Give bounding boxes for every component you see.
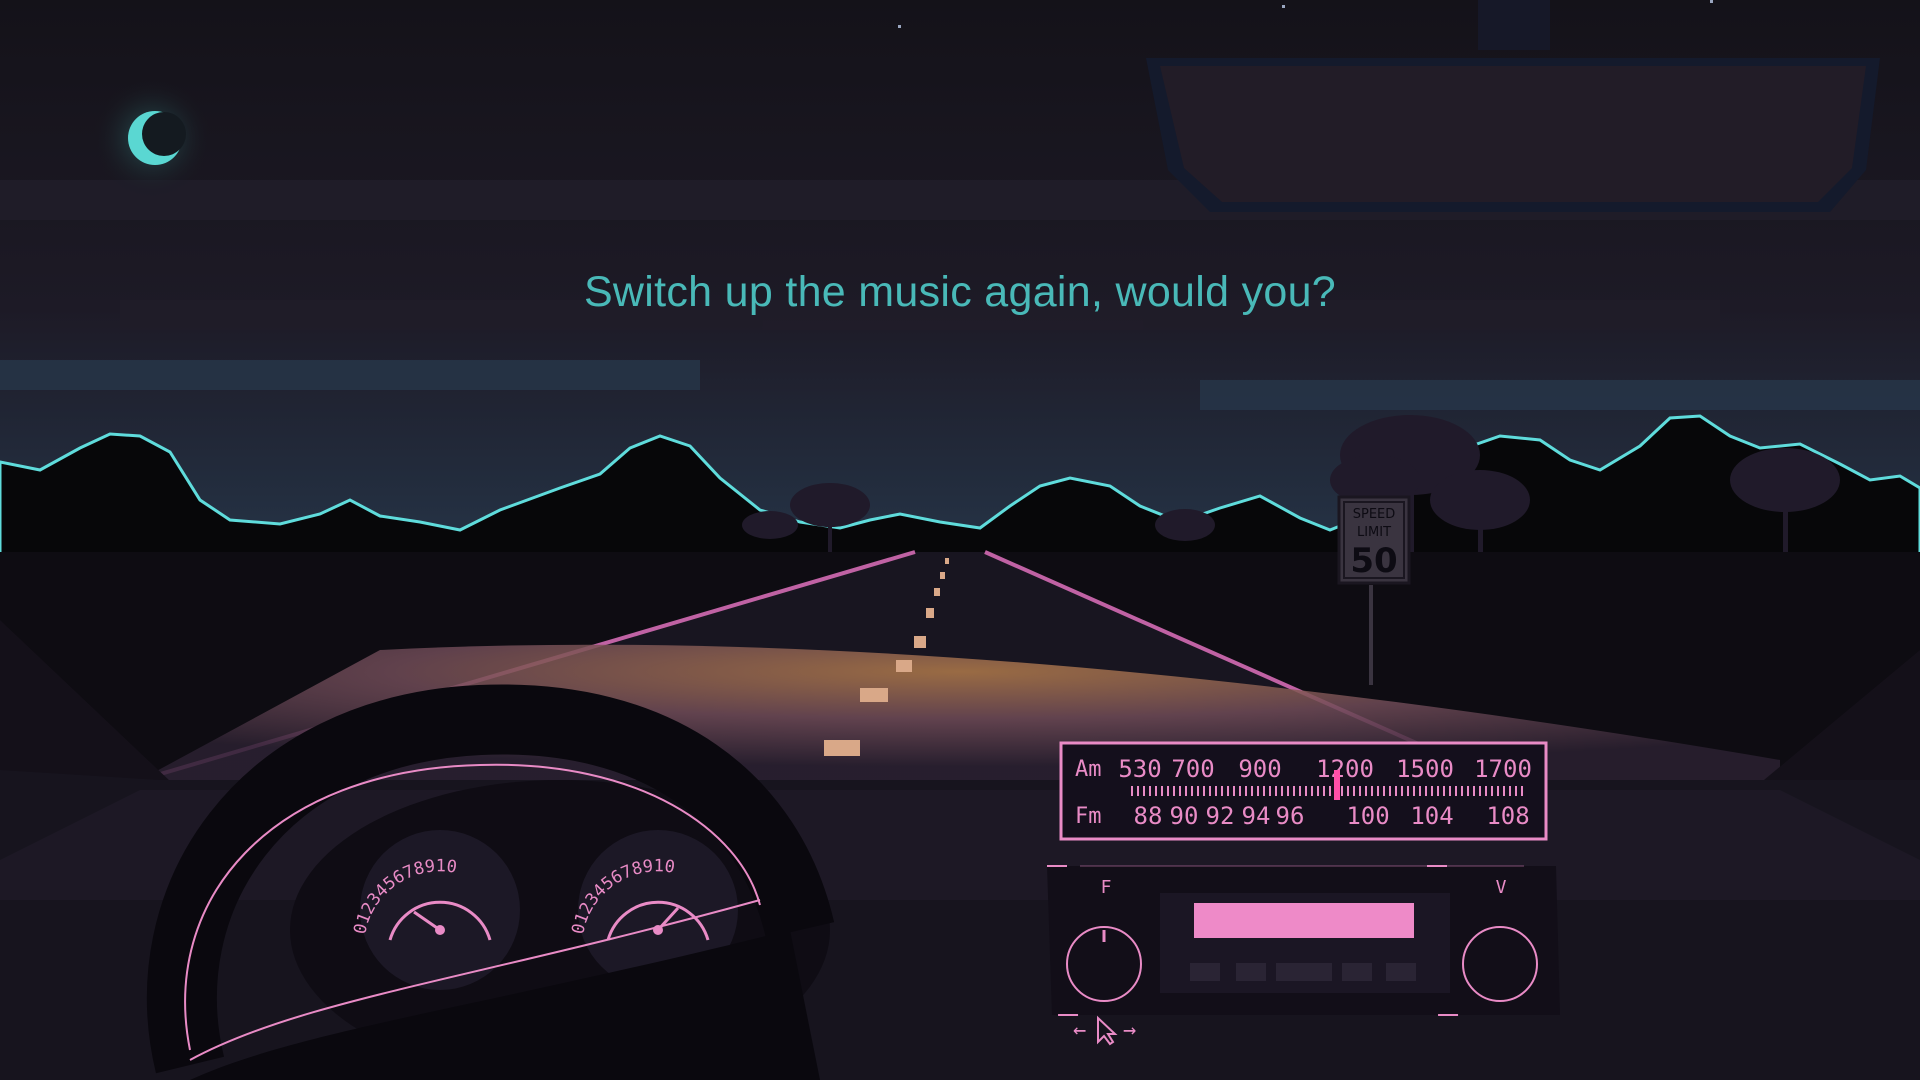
fm-label: Fm (1075, 804, 1102, 829)
fm-station-label: 108 (1486, 802, 1529, 830)
fm-station-label: 96 (1276, 802, 1305, 830)
am-station-label: 1700 (1474, 755, 1532, 783)
fm-station-label: 90 (1170, 802, 1199, 830)
preset-button-3[interactable] (1276, 963, 1332, 981)
tuner-needle[interactable] (1334, 770, 1340, 800)
am-station-label: 1500 (1396, 755, 1454, 783)
right-knob-label: V (1496, 877, 1507, 898)
fm-station-label: 104 (1410, 802, 1453, 830)
radio-display (1194, 903, 1414, 938)
night-drive-scene: SPEED LIMIT 50 012345678910 012345678910… (0, 0, 1920, 1080)
am-station-label: 700 (1171, 755, 1214, 783)
speed-limit-line2: LIMIT (1357, 525, 1391, 540)
left-knob-label: F (1101, 877, 1112, 898)
right-arrow-icon[interactable]: → (1123, 1018, 1136, 1043)
speed-limit-line1: SPEED (1353, 507, 1396, 522)
preset-button-4[interactable] (1342, 963, 1372, 981)
volume-knob[interactable] (1462, 926, 1538, 1002)
am-station-label: 900 (1238, 755, 1281, 783)
am-station-label: 1200 (1316, 755, 1374, 783)
radio-unit: F V (1045, 865, 1562, 1016)
fm-station-label: 88 (1134, 802, 1163, 830)
fm-station-label: 94 (1242, 802, 1271, 830)
preset-button-2[interactable] (1236, 963, 1266, 981)
left-arrow-icon[interactable]: ← (1073, 1018, 1086, 1043)
preset-button-1[interactable] (1190, 963, 1220, 981)
fm-station-label: 92 (1206, 802, 1235, 830)
am-station-label: 530 (1118, 755, 1161, 783)
preset-button-5[interactable] (1386, 963, 1416, 981)
dialogue-text: Switch up the music again, would you? (583, 268, 1337, 316)
tuning-knob[interactable] (1066, 926, 1142, 1002)
radio-dial-panel: Am Fm 530 700 900 1200 1500 1700 88 90 92 94 96 10… (1059, 741, 1548, 841)
am-label: Am (1075, 757, 1102, 782)
fm-station-label: 100 (1346, 802, 1389, 830)
speed-limit-value: 50 (1350, 541, 1397, 581)
